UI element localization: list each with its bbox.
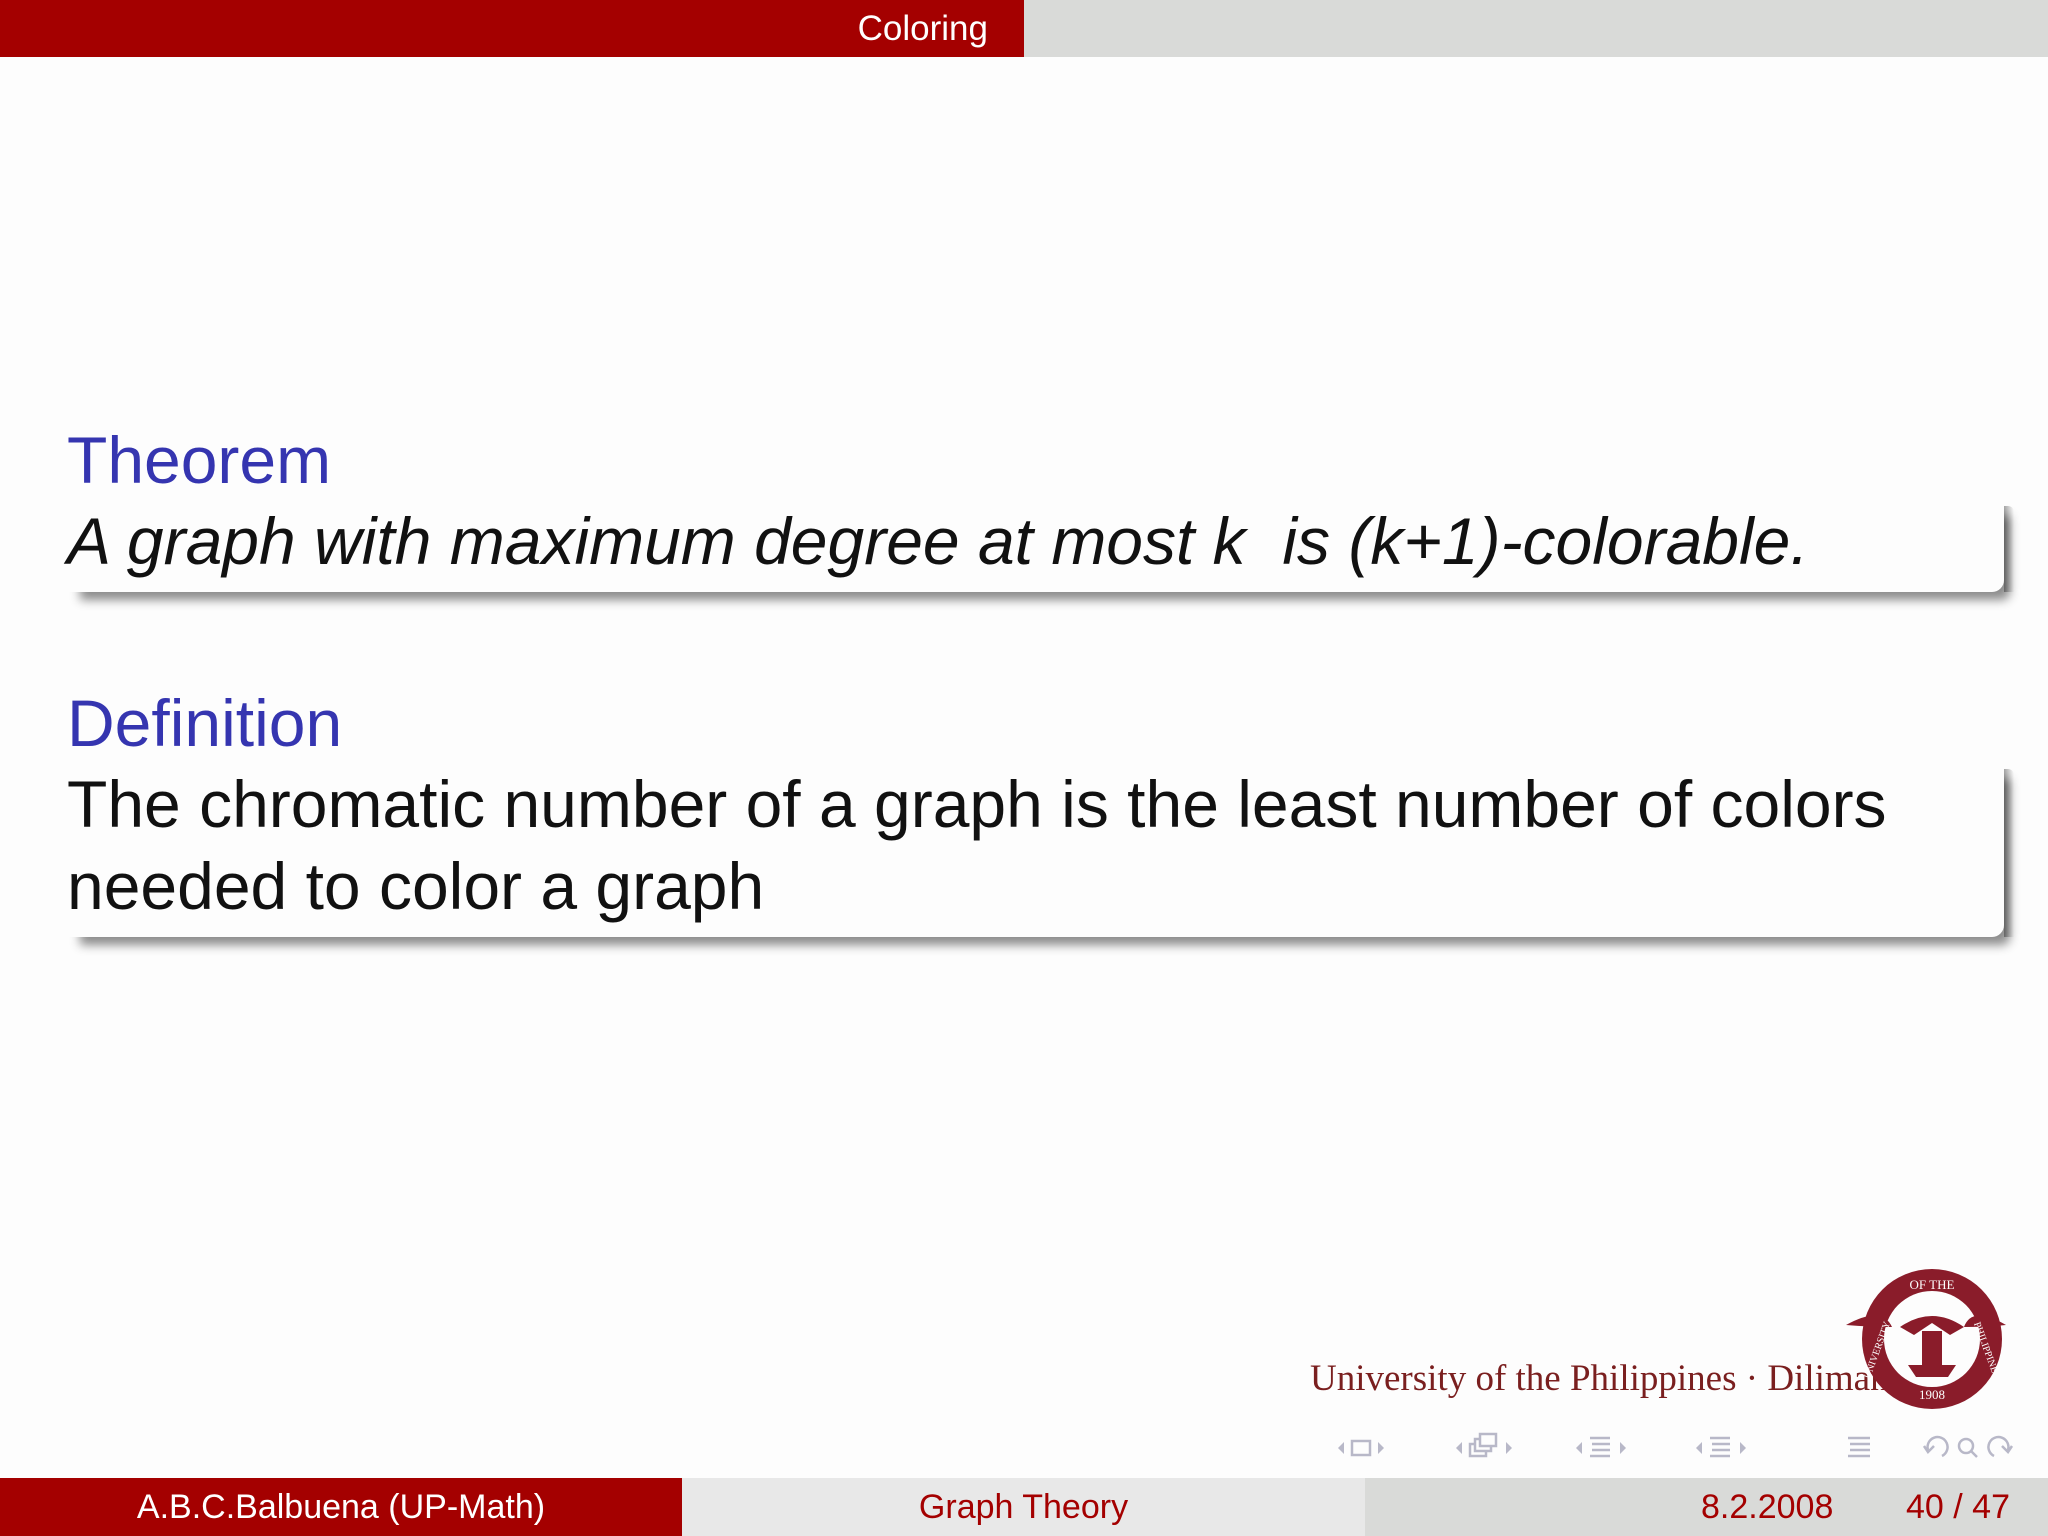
subsection-nav-icon[interactable] (1450, 1430, 1550, 1466)
header-bar: Coloring (0, 0, 2048, 57)
search-back-forward-icon[interactable] (1920, 1430, 2020, 1466)
frame-nav-icon[interactable] (1330, 1430, 1410, 1466)
block-shadow (2004, 769, 2014, 937)
document-nav-icon[interactable] (1690, 1430, 1790, 1466)
definition-title: Definition (67, 686, 343, 760)
section-title[interactable]: Coloring (0, 0, 1024, 57)
definition-line-1: The chromatic number of a graph is the l… (67, 767, 1887, 841)
theorem-block: Theorem A graph with maximum degree at m… (66, 420, 2014, 592)
footer-date: 8.2.2008 (1701, 1488, 1834, 1526)
theorem-title: Theorem (67, 423, 332, 497)
footer-bar: A.B.C.Balbuena (UP-Math) Graph Theory 8.… (0, 1478, 2048, 1536)
section-nav-icon[interactable] (1570, 1430, 1670, 1466)
footer-title: Graph Theory (682, 1478, 1365, 1536)
university-logo-text: University of the Philippines · Diliman (1310, 1358, 1889, 1399)
theorem-text: A graph with maximum degree at most k is… (67, 504, 1809, 578)
definition-line-2: needed to color a graph (67, 849, 765, 923)
definition-block: Definition The chromatic number of a gra… (66, 683, 2014, 937)
outline-icon[interactable] (1840, 1430, 1880, 1466)
navigation-symbols (1330, 1430, 2030, 1466)
footer-author: A.B.C.Balbuena (UP-Math) (0, 1478, 682, 1536)
seal-top-text: OF THE (1910, 1277, 1955, 1292)
university-seal-icon: OF THE 1908 UNIVERSITY PHILIPPINES (1846, 1269, 2006, 1409)
block-shadow (2004, 506, 2014, 592)
theorem-body: A graph with maximum degree at most k is… (66, 500, 2014, 592)
footer-info: 8.2.2008 40 / 47 (1365, 1478, 2048, 1536)
seal-year-text: 1908 (1919, 1387, 1945, 1402)
subsection-bar (1024, 0, 2048, 57)
definition-body: The chromatic number of a graph is the l… (66, 763, 2014, 937)
footer-page-number: 40 / 47 (1906, 1488, 2010, 1526)
